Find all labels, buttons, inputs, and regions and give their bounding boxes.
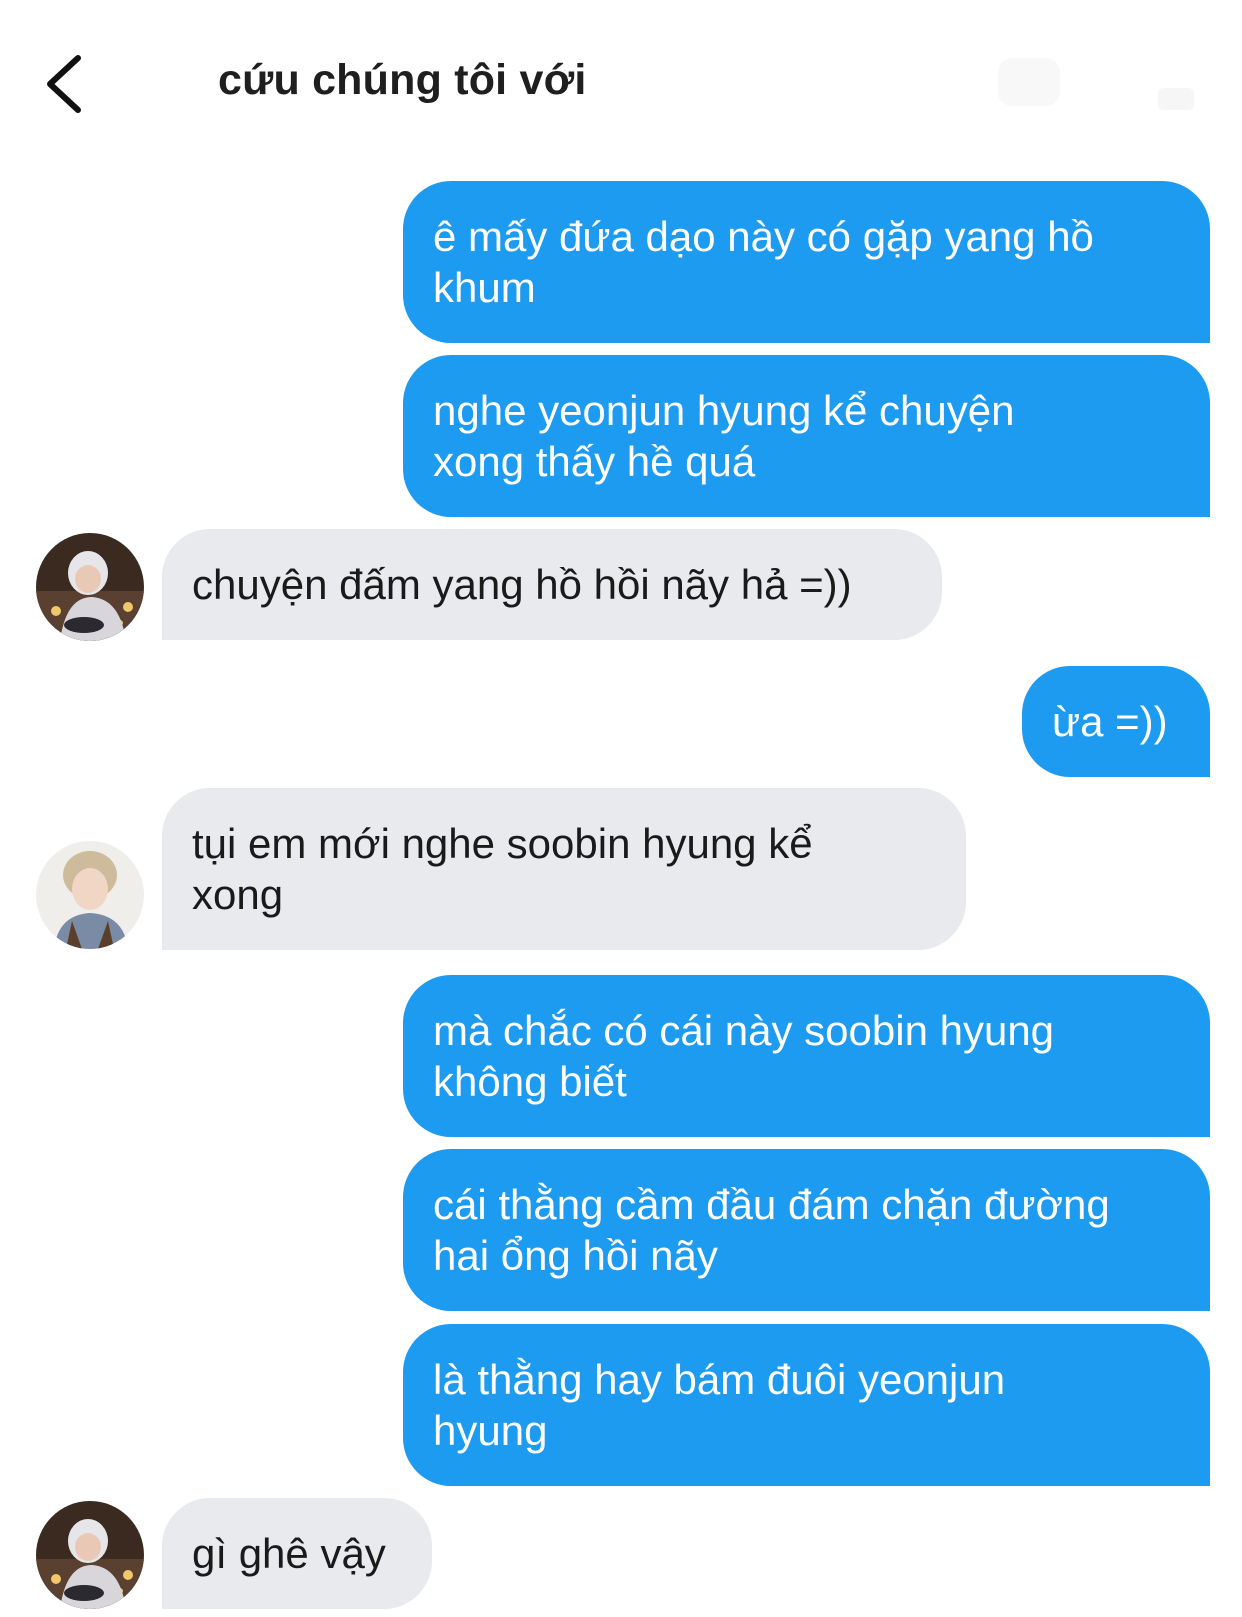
avatar-silver-hair-icon xyxy=(36,533,144,641)
message-bubble-sent[interactable]: ừa =)) xyxy=(1022,666,1210,777)
message-bubble-sent[interactable]: cái thằng cầm đầu đám chặn đường hai ổng… xyxy=(403,1149,1210,1311)
more-icon[interactable] xyxy=(1158,88,1194,110)
avatar-light-hair-icon xyxy=(36,841,144,949)
message-bubble-received[interactable]: tụi em mới nghe soobin hyung kể xong xyxy=(162,788,966,950)
message-bubble-received[interactable]: chuyện đấm yang hồ hồi nãy hả =)) xyxy=(162,529,942,640)
message-bubble-sent[interactable]: nghe yeonjun hyung kể chuyện xong thấy h… xyxy=(403,355,1210,517)
avatar[interactable] xyxy=(36,1501,144,1609)
chevron-left-icon xyxy=(47,55,81,113)
chat-title: cứu chúng tôi với xyxy=(218,56,587,104)
avatar[interactable] xyxy=(36,841,144,949)
chat-header: cứu chúng tôi với xyxy=(0,0,1242,160)
info-icon[interactable] xyxy=(998,58,1060,106)
avatar-silver-hair-icon xyxy=(36,1501,144,1609)
avatar[interactable] xyxy=(36,533,144,641)
message-bubble-sent[interactable]: là thằng hay bám đuôi yeonjun hyung xyxy=(403,1324,1210,1486)
back-button[interactable] xyxy=(40,52,96,116)
message-bubble-sent[interactable]: mà chắc có cái này soobin hyung không bi… xyxy=(403,975,1210,1137)
message-bubble-sent[interactable]: ê mấy đứa dạo này có gặp yang hồ khum xyxy=(403,181,1210,343)
message-bubble-received[interactable]: gì ghê vậy xyxy=(162,1498,432,1609)
